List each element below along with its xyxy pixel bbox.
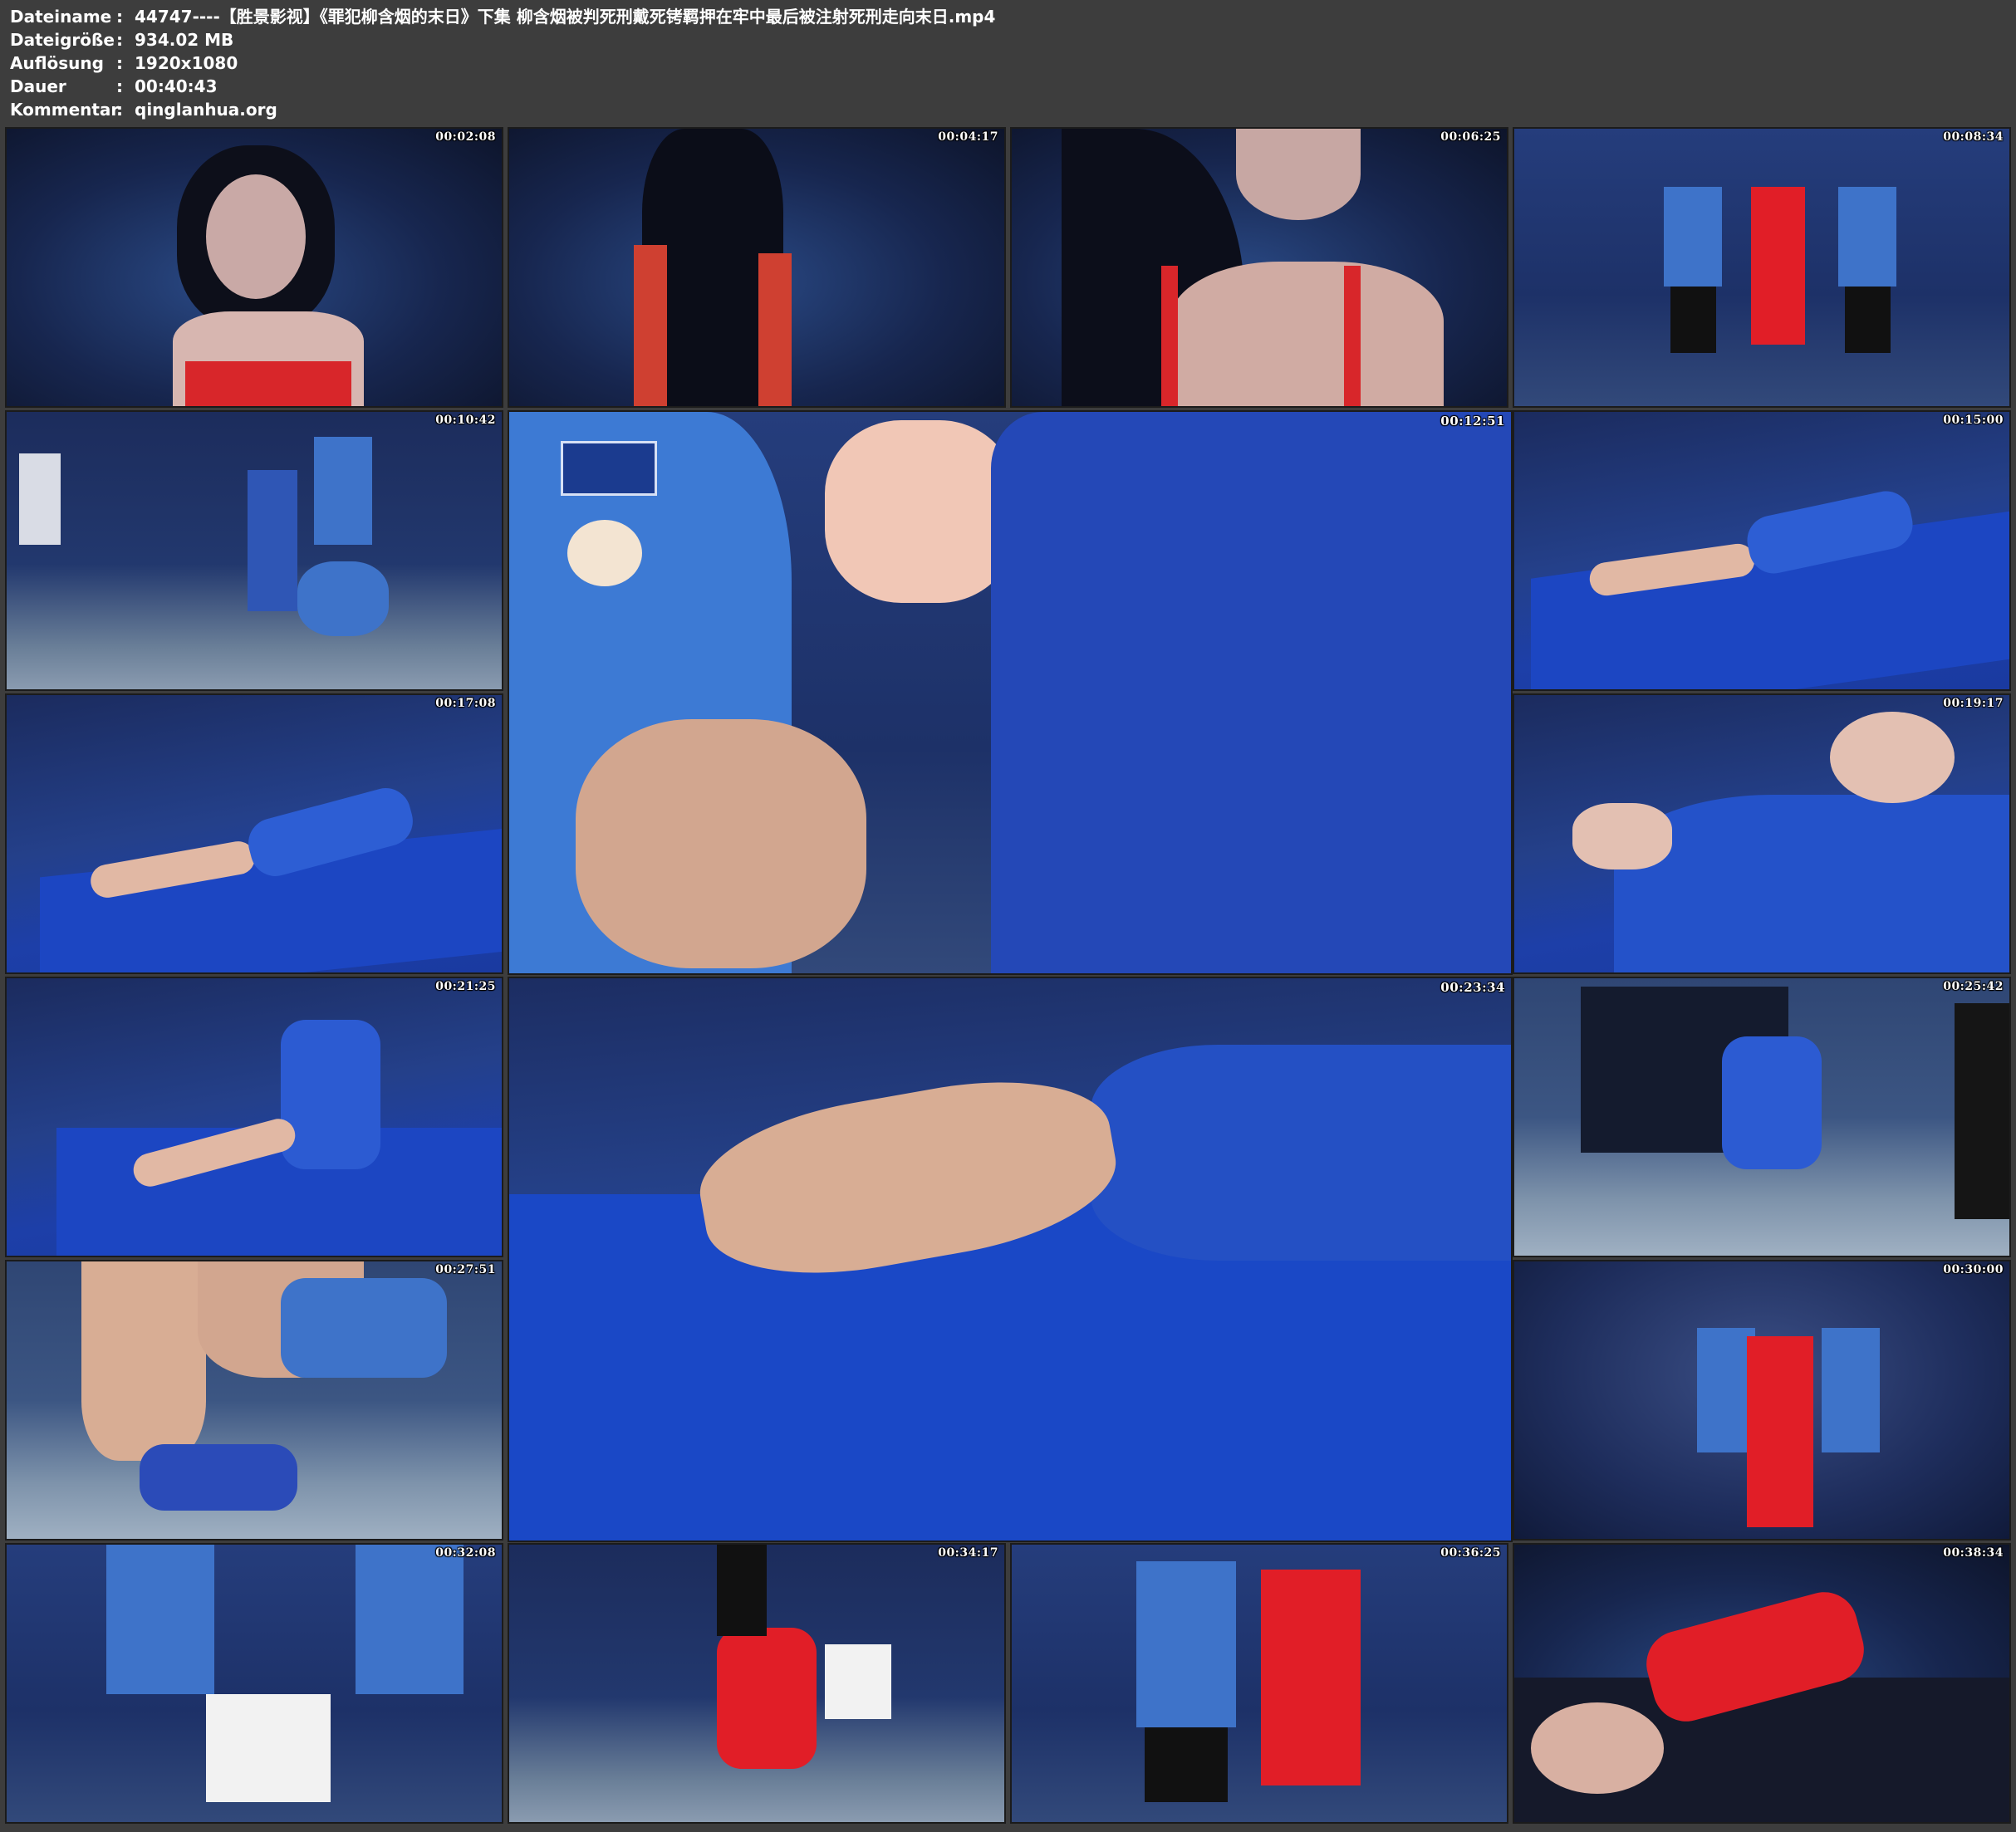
thumbnail-1[interactable]: 00:02:08 bbox=[5, 127, 503, 408]
frame-image bbox=[509, 129, 1004, 406]
frame-image bbox=[1514, 695, 2009, 972]
thumbnail-timestamp: 00:15:00 bbox=[1943, 414, 2004, 427]
thumbnail-timestamp: 00:30:00 bbox=[1943, 1263, 2004, 1276]
thumbnail-4[interactable]: 00:08:34 bbox=[1513, 127, 2011, 408]
thumbnail-timestamp: 00:27:51 bbox=[435, 1263, 496, 1276]
info-value-resolution: 1920x1080 bbox=[135, 53, 238, 73]
thumbnail-3[interactable]: 00:06:25 bbox=[1010, 127, 1508, 408]
info-value-filename: 44747----【胜景影视】《罪犯柳含烟的末日》下集 柳含烟被判死刑戴死铐羁押… bbox=[135, 7, 996, 27]
thumbnail-timestamp: 00:32:08 bbox=[435, 1546, 496, 1560]
thumbnail-11[interactable]: 00:23:34 bbox=[508, 977, 1513, 1542]
thumbnail-16[interactable]: 00:34:17 bbox=[508, 1543, 1006, 1824]
info-separator: : bbox=[116, 53, 123, 73]
frame-image bbox=[1514, 1545, 2009, 1822]
file-info-header: Dateiname : 44747----【胜景影视】《罪犯柳含烟的末日》下集 … bbox=[10, 5, 995, 121]
thumbnail-timestamp: 00:02:08 bbox=[435, 130, 496, 144]
thumbnail-18[interactable]: 00:38:34 bbox=[1513, 1543, 2011, 1824]
thumbnail-12[interactable]: 00:25:42 bbox=[1513, 977, 2011, 1257]
thumbnail-timestamp: 00:38:34 bbox=[1943, 1546, 2004, 1560]
thumbnail-2[interactable]: 00:04:17 bbox=[508, 127, 1006, 408]
frame-image bbox=[7, 695, 502, 972]
frame-image bbox=[7, 129, 502, 406]
thumbnail-timestamp: 00:06:25 bbox=[1440, 130, 1501, 144]
frame-image bbox=[1514, 412, 2009, 689]
thumbnail-8[interactable]: 00:17:08 bbox=[5, 693, 503, 974]
thumbnail-timestamp: 00:12:51 bbox=[1440, 414, 1505, 429]
info-separator: : bbox=[116, 30, 123, 50]
info-row-resolution: Auflösung : 1920x1080 bbox=[10, 51, 995, 75]
frame-image bbox=[1514, 978, 2009, 1256]
thumbnail-13[interactable]: 00:27:51 bbox=[5, 1260, 503, 1541]
thumbnail-9[interactable]: 00:19:17 bbox=[1513, 693, 2011, 974]
thumbnail-timestamp: 00:17:08 bbox=[435, 697, 496, 710]
info-value-filesize: 934.02 MB bbox=[135, 30, 234, 50]
thumbnail-6[interactable]: 00:12:51 bbox=[508, 410, 1513, 975]
info-row-duration: Dauer : 00:40:43 bbox=[10, 75, 995, 98]
thumbnail-15[interactable]: 00:32:08 bbox=[5, 1543, 503, 1824]
frame-image bbox=[509, 1545, 1004, 1822]
info-label: Dateiname bbox=[10, 7, 112, 27]
thumbnail-timestamp: 00:23:34 bbox=[1440, 980, 1505, 995]
frame-image bbox=[1012, 1545, 1507, 1822]
thumbnail-5[interactable]: 00:10:42 bbox=[5, 410, 503, 691]
info-separator: : bbox=[116, 7, 123, 27]
thumbnail-10[interactable]: 00:21:25 bbox=[5, 977, 503, 1257]
info-row-filename: Dateiname : 44747----【胜景影视】《罪犯柳含烟的末日》下集 … bbox=[10, 5, 995, 28]
thumbnail-7[interactable]: 00:15:00 bbox=[1513, 410, 2011, 691]
info-label: Dateigröße bbox=[10, 30, 115, 50]
info-separator: : bbox=[116, 100, 123, 120]
frame-image bbox=[7, 1545, 502, 1822]
info-label: Dauer bbox=[10, 76, 66, 96]
thumbnail-timestamp: 00:19:17 bbox=[1943, 697, 2004, 710]
thumbnail-17[interactable]: 00:36:25 bbox=[1010, 1543, 1508, 1824]
frame-image bbox=[1514, 129, 2009, 406]
frame-image bbox=[7, 1261, 502, 1539]
thumbnail-timestamp: 00:36:25 bbox=[1440, 1546, 1501, 1560]
info-value-duration: 00:40:43 bbox=[135, 76, 218, 96]
frame-image bbox=[7, 412, 502, 689]
info-label: Kommentar bbox=[10, 100, 120, 120]
info-row-filesize: Dateigröße : 934.02 MB bbox=[10, 28, 995, 51]
info-value-comment: qinglanhua.org bbox=[135, 100, 277, 120]
thumbnail-timestamp: 00:34:17 bbox=[938, 1546, 998, 1560]
thumbnail-timestamp: 00:10:42 bbox=[435, 414, 496, 427]
frame-image bbox=[7, 978, 502, 1256]
info-label: Auflösung bbox=[10, 53, 104, 73]
frame-image bbox=[1012, 129, 1507, 406]
thumbnail-timestamp: 00:04:17 bbox=[938, 130, 998, 144]
thumbnail-timestamp: 00:25:42 bbox=[1943, 980, 2004, 993]
frame-image bbox=[1514, 1261, 2009, 1539]
thumbnail-timestamp: 00:21:25 bbox=[435, 980, 496, 993]
thumbnail-14[interactable]: 00:30:00 bbox=[1513, 1260, 2011, 1541]
frame-image bbox=[509, 412, 1511, 973]
frame-image bbox=[509, 978, 1511, 1541]
info-row-comment: Kommentar : qinglanhua.org bbox=[10, 98, 995, 121]
thumbnail-timestamp: 00:08:34 bbox=[1943, 130, 2004, 144]
info-separator: : bbox=[116, 76, 123, 96]
